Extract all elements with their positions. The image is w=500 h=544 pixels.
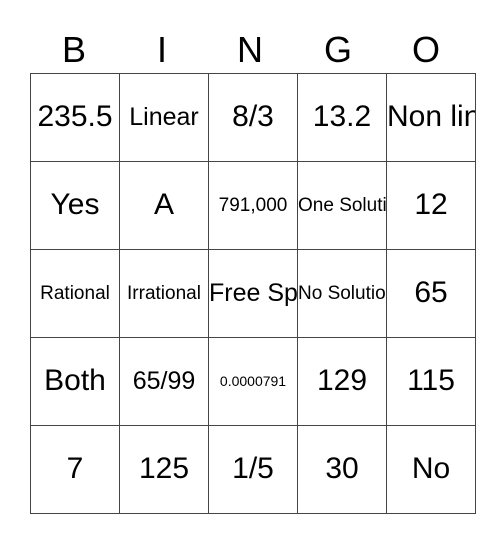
bingo-cell-i5[interactable]: 125: [119, 425, 209, 514]
cell-text: Free Space: [209, 279, 298, 308]
bingo-cell-o5[interactable]: No: [386, 425, 476, 514]
cell-text: 30: [325, 452, 359, 486]
cell-text: 791,000: [218, 194, 288, 216]
bingo-cell-i3[interactable]: Irrational: [119, 249, 209, 338]
bingo-cell-o3[interactable]: 65: [386, 249, 476, 338]
bingo-grid: 235.5 Linear 8/3 13.2 Non linear Yes A 791,000 O…: [30, 73, 476, 514]
cell-text: Irrational: [127, 282, 201, 304]
bingo-cell-b2[interactable]: Yes: [30, 161, 120, 250]
header-letter-b: B: [61, 29, 86, 70]
cell-text: Both: [44, 364, 106, 398]
cell-text: 235.5: [37, 100, 113, 134]
bingo-cell-n3[interactable]: Free Space: [208, 249, 298, 338]
cell-text: 7: [66, 452, 84, 486]
cell-text: 115: [407, 364, 455, 398]
header-letter-o: O: [411, 29, 440, 70]
header-letter-i: I: [156, 29, 167, 70]
bingo-header: B I N G O: [30, 28, 470, 72]
cell-text: 129: [316, 364, 368, 398]
bingo-cell-n5[interactable]: 1/5: [208, 425, 298, 514]
cell-text: Linear: [129, 103, 199, 132]
bingo-cell-b5[interactable]: 7: [30, 425, 120, 514]
cell-text: Yes: [50, 188, 100, 222]
cell-text: 1/5: [232, 452, 274, 486]
bingo-cell-b3[interactable]: Rational: [30, 249, 120, 338]
header-letter-n: N: [237, 29, 263, 70]
bingo-cell-n4[interactable]: 0.0000791: [208, 337, 298, 426]
bingo-cell-g2[interactable]: One Solution: [297, 161, 387, 250]
bingo-cell-b4[interactable]: Both: [30, 337, 120, 426]
cell-text: A: [153, 188, 174, 222]
cell-text: 125: [138, 452, 190, 486]
bingo-cell-o2[interactable]: 12: [386, 161, 476, 250]
cell-text: One Solution: [298, 194, 387, 216]
cell-text: 8/3: [232, 100, 274, 134]
bingo-cell-i2[interactable]: A: [119, 161, 209, 250]
bingo-cell-b1[interactable]: 235.5: [30, 73, 120, 162]
bingo-cell-o4[interactable]: 115: [386, 337, 476, 426]
bingo-cell-i1[interactable]: Linear: [119, 73, 209, 162]
bingo-cell-g4[interactable]: 129: [297, 337, 387, 426]
bingo-cell-n1[interactable]: 8/3: [208, 73, 298, 162]
bingo-cell-i4[interactable]: 65/99: [119, 337, 209, 426]
cell-text: 0.0000791: [219, 373, 287, 390]
bingo-cell-g3[interactable]: No Solution: [297, 249, 387, 338]
cell-text: Non linear: [387, 100, 475, 134]
bingo-cell-g5[interactable]: 30: [297, 425, 387, 514]
cell-text: 65: [414, 276, 448, 310]
grid-row: 7 125 1/5 30 No: [30, 425, 476, 514]
bingo-cell-o1[interactable]: Non linear: [386, 73, 476, 162]
cell-text: 65/99: [132, 367, 196, 396]
grid-row: Rational Irrational Free SpaceNo Solution 6…: [30, 249, 476, 338]
cell-text: No Solution: [298, 282, 387, 304]
grid-row: Both 65/99 0.0000791 129 115: [30, 337, 476, 426]
bingo-cell-g1[interactable]: 13.2: [297, 73, 387, 162]
cell-text: Rational: [40, 282, 110, 304]
grid-row: Yes A 791,000 One Solution 12: [30, 161, 476, 250]
cell-text: 12: [414, 188, 448, 222]
cell-text: 13.2: [312, 100, 372, 134]
cell-text: No: [411, 452, 451, 486]
bingo-cell-n2[interactable]: 791,000: [208, 161, 298, 250]
header-letter-g: G: [323, 29, 352, 70]
grid-row: 235.5 Linear 8/3 13.2 Non linear: [30, 73, 476, 162]
